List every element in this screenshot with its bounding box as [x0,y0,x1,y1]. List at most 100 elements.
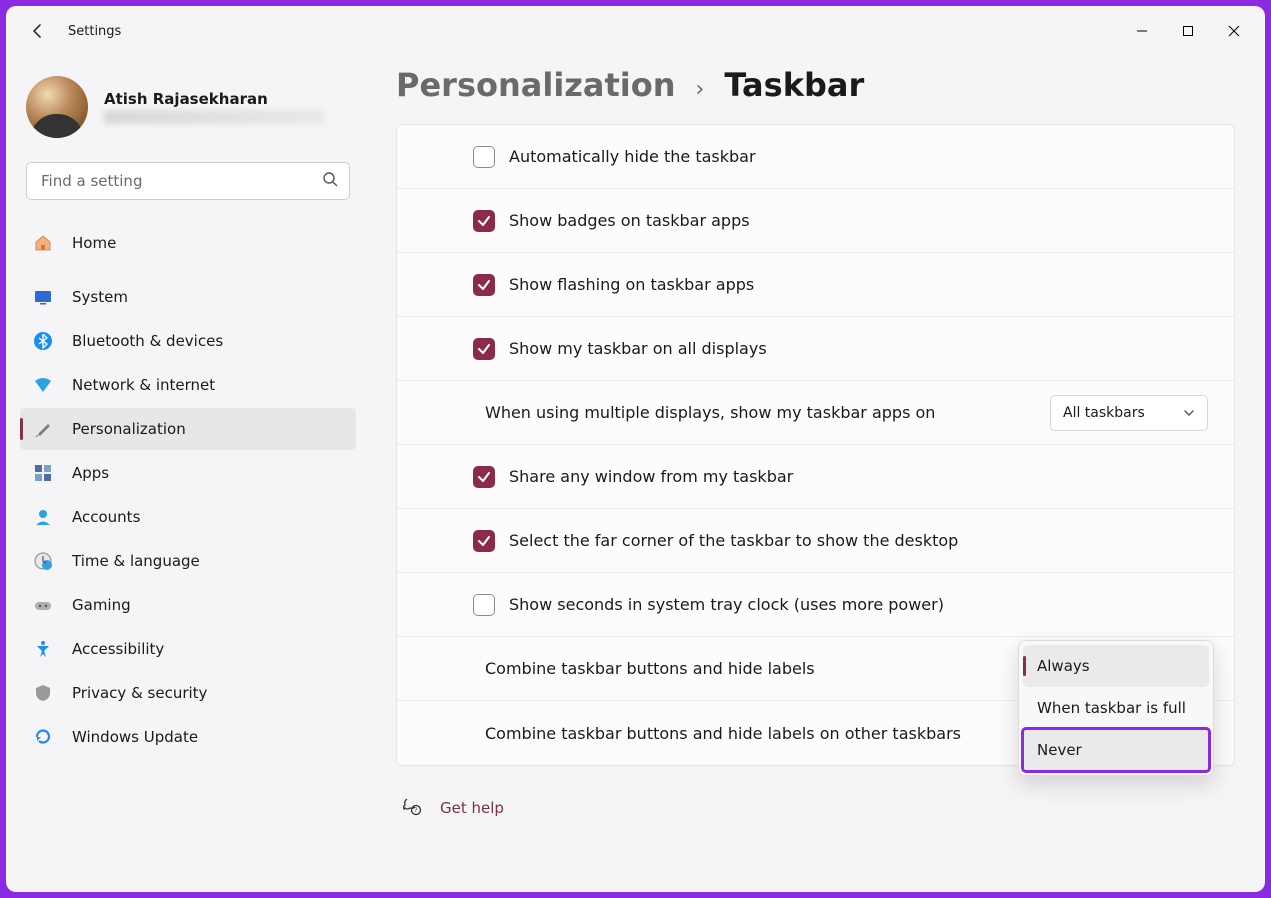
user-email-redacted [104,110,324,124]
search-box [26,162,350,200]
apps-icon [32,462,54,484]
checkbox[interactable] [473,146,495,168]
setting-all-displays[interactable]: Show my taskbar on all displays [397,317,1234,381]
sidebar-item-label: Accessibility [72,640,164,658]
settings-list: Automatically hide the taskbar Show badg… [396,124,1235,766]
user-name: Atish Rajasekharan [104,90,324,108]
check-icon [476,341,492,357]
setting-label: Select the far corner of the taskbar to … [509,531,1208,550]
flyout-option-label: When taskbar is full [1037,699,1186,717]
setting-label: Show flashing on taskbar apps [509,275,1208,294]
sidebar-item-label: Network & internet [72,376,215,394]
flyout-option-label: Never [1037,741,1082,759]
svg-text:?: ? [414,807,417,814]
sidebar-item-accounts[interactable]: Accounts [20,496,356,538]
search-input[interactable] [26,162,350,200]
checkbox[interactable] [473,210,495,232]
app-title: Settings [68,24,121,39]
system-icon [32,286,54,308]
update-icon [32,726,54,748]
setting-auto-hide[interactable]: Automatically hide the taskbar [397,125,1234,189]
minimize-button[interactable] [1119,13,1165,49]
close-button[interactable] [1211,13,1257,49]
setting-combine-primary: Combine taskbar buttons and hide labels … [397,637,1234,701]
sidebar-item-personalization[interactable]: Personalization [20,408,356,450]
maximize-icon [1182,25,1194,37]
person-icon [32,506,54,528]
avatar [26,76,88,138]
flyout-option-when-full[interactable]: When taskbar is full [1023,687,1209,729]
paintbrush-icon [32,418,54,440]
settings-window: Settings Atish Rajasekharan [6,6,1265,892]
setting-show-seconds[interactable]: Show seconds in system tray clock (uses … [397,573,1234,637]
checkbox[interactable] [473,338,495,360]
sidebar-item-label: Apps [72,464,109,482]
sidebar-item-network[interactable]: Network & internet [20,364,356,406]
search-icon [322,171,338,191]
sidebar-item-label: System [72,288,128,306]
breadcrumb-parent[interactable]: Personalization [396,66,676,104]
main-content: Personalization › Taskbar Automatically … [366,56,1265,892]
sidebar-item-bluetooth[interactable]: Bluetooth & devices [20,320,356,362]
user-block[interactable]: Atish Rajasekharan [20,66,356,158]
setting-label: Show seconds in system tray clock (uses … [509,595,1208,614]
minimize-icon [1136,25,1148,37]
sidebar-item-system[interactable]: System [20,276,356,318]
sidebar: Atish Rajasekharan Home [6,56,366,892]
wifi-icon [32,374,54,396]
dropdown-value: All taskbars [1063,405,1145,421]
dropdown-all-taskbars[interactable]: All taskbars [1050,395,1208,431]
setting-multi-show-on: When using multiple displays, show my ta… [397,381,1234,445]
close-icon [1228,25,1240,37]
sidebar-item-label: Personalization [72,420,186,438]
get-help-link[interactable]: ? Get help [396,796,1235,820]
checkbox[interactable] [473,530,495,552]
accessibility-icon [32,638,54,660]
sidebar-item-apps[interactable]: Apps [20,452,356,494]
setting-show-badges[interactable]: Show badges on taskbar apps [397,189,1234,253]
window-controls [1119,13,1257,49]
sidebar-item-label: Accounts [72,508,140,526]
check-icon [476,277,492,293]
setting-label: Automatically hide the taskbar [509,147,1208,166]
setting-label: When using multiple displays, show my ta… [485,403,1050,422]
home-icon [32,232,54,254]
checkbox[interactable] [473,594,495,616]
flyout-option-always[interactable]: Always [1023,645,1209,687]
chevron-down-icon [1183,407,1195,419]
breadcrumb: Personalization › Taskbar [396,66,1235,104]
sidebar-item-label: Time & language [72,552,200,570]
setting-label: Show badges on taskbar apps [509,211,1208,230]
sidebar-item-gaming[interactable]: Gaming [20,584,356,626]
sidebar-item-home[interactable]: Home [20,222,356,264]
setting-label: Show my taskbar on all displays [509,339,1208,358]
nav: Home System Bluetooth & devices [20,222,356,758]
sidebar-item-label: Privacy & security [72,684,207,702]
flyout-option-never[interactable]: Never [1023,729,1209,771]
sidebar-item-time[interactable]: Time & language [20,540,356,582]
page-title: Taskbar [724,66,864,104]
sidebar-item-label: Gaming [72,596,131,614]
chevron-right-icon: › [696,77,705,102]
check-icon [476,533,492,549]
back-button[interactable] [18,11,58,51]
back-arrow-icon [30,23,46,39]
sidebar-item-privacy[interactable]: Privacy & security [20,672,356,714]
setting-share-window[interactable]: Share any window from my taskbar [397,445,1234,509]
gamepad-icon [32,594,54,616]
sidebar-item-update[interactable]: Windows Update [20,716,356,758]
check-icon [476,213,492,229]
clock-globe-icon [32,550,54,572]
checkbox[interactable] [473,466,495,488]
sidebar-item-label: Windows Update [72,728,198,746]
sidebar-item-accessibility[interactable]: Accessibility [20,628,356,670]
setting-show-flashing[interactable]: Show flashing on taskbar apps [397,253,1234,317]
maximize-button[interactable] [1165,13,1211,49]
setting-far-corner[interactable]: Select the far corner of the taskbar to … [397,509,1234,573]
flyout-option-label: Always [1037,657,1090,675]
check-icon [476,469,492,485]
sidebar-item-label: Home [72,234,116,252]
sidebar-item-label: Bluetooth & devices [72,332,223,350]
help-icon: ? [402,796,422,820]
checkbox[interactable] [473,274,495,296]
